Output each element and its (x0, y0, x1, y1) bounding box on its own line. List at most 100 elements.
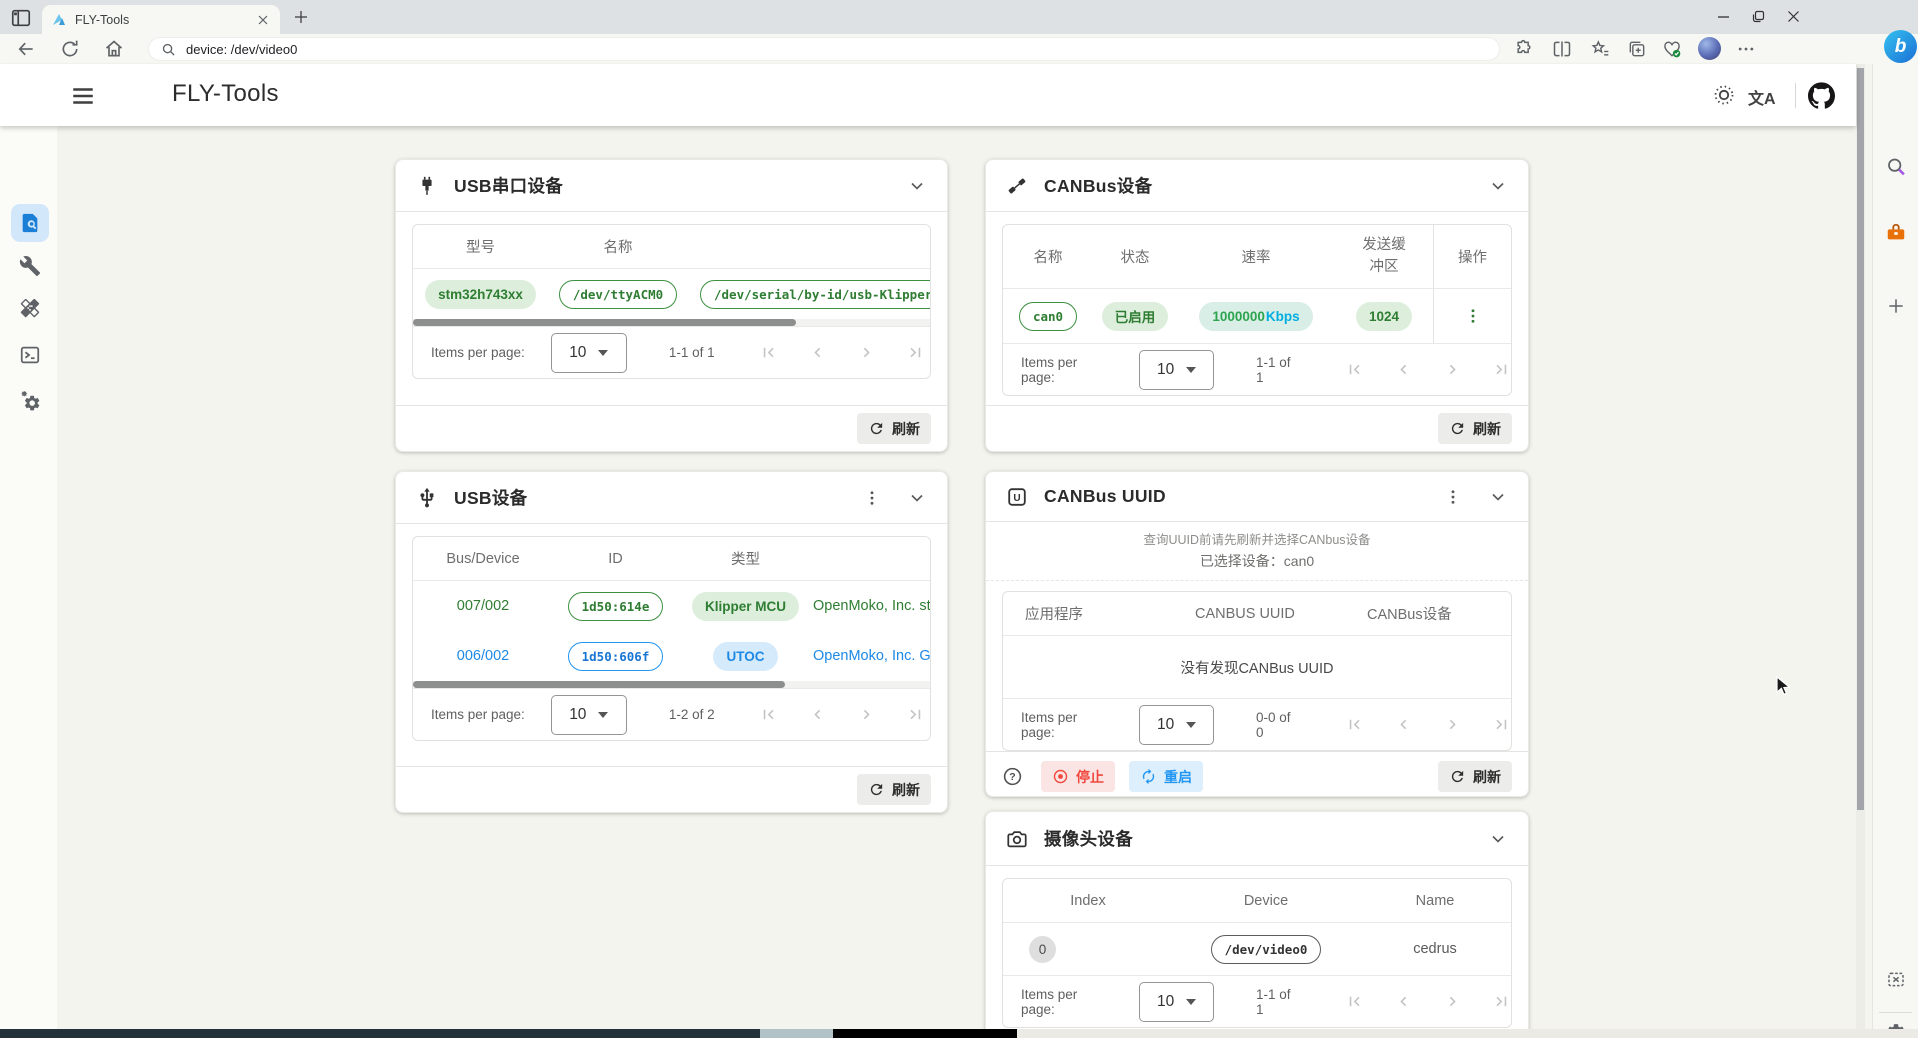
bus-device-cell: 006/002 (413, 631, 553, 681)
sidebar-screenshot-icon[interactable] (1885, 969, 1906, 990)
first-page-icon[interactable] (1345, 992, 1364, 1011)
scrollbar-thumb[interactable] (1857, 68, 1864, 810)
items-per-page-label: Items per page: (1021, 355, 1113, 385)
sidebar-tools-icon[interactable] (1885, 222, 1907, 244)
browser-essentials-icon[interactable] (1662, 39, 1682, 59)
reload-icon[interactable] (60, 39, 80, 59)
stop-button[interactable]: 停止 (1041, 761, 1115, 792)
pagination-range: 0-0 of 0 (1256, 710, 1301, 740)
card-menu-icon[interactable] (863, 489, 881, 507)
menu-icon[interactable] (70, 83, 96, 107)
close-window-button[interactable] (1787, 10, 1800, 23)
page-size-select[interactable]: 10 (1139, 350, 1214, 390)
split-screen-icon[interactable] (1552, 39, 1572, 59)
prev-page-icon[interactable] (808, 343, 827, 362)
collections-icon[interactable] (1627, 39, 1647, 59)
chevron-down-icon[interactable] (1488, 487, 1508, 507)
card-camera: 摄像头设备 Index Device Name 0 /dev/video0 ce… (985, 811, 1529, 1038)
minimize-button[interactable] (1717, 10, 1730, 23)
card-menu-icon[interactable] (1444, 488, 1462, 506)
usb-type-chip: UTOC (713, 642, 777, 671)
nav-item-device-query[interactable] (11, 204, 49, 242)
next-page-icon[interactable] (1443, 992, 1462, 1011)
restart-label: 重启 (1164, 767, 1192, 787)
theme-toggle-icon[interactable] (1712, 83, 1736, 107)
tab-actions-icon[interactable] (10, 7, 32, 29)
row-menu-icon[interactable] (1464, 307, 1482, 325)
last-page-icon[interactable] (1492, 992, 1511, 1011)
bing-copilot-icon[interactable]: b (1884, 30, 1917, 63)
restart-button[interactable]: 重启 (1129, 761, 1203, 792)
prev-page-icon[interactable] (1394, 715, 1413, 734)
prev-page-icon[interactable] (1394, 360, 1413, 379)
device-path-chip: /dev/serial/by-id/usb-Klipper_stm32h743x… (700, 280, 930, 309)
first-page-icon[interactable] (759, 343, 778, 362)
nav-rail (0, 126, 57, 1038)
prev-page-icon[interactable] (1394, 992, 1413, 1011)
browser-menu-icon[interactable] (1736, 39, 1756, 59)
refresh-button[interactable]: 刷新 (857, 413, 931, 444)
translate-icon[interactable]: 文A (1748, 85, 1776, 109)
profile-avatar[interactable] (1698, 37, 1721, 60)
col-header: 名称 (548, 225, 688, 268)
browser-tab[interactable]: FLY-Tools (42, 5, 280, 34)
refresh-button[interactable]: 刷新 (1438, 761, 1512, 792)
chevron-down-icon[interactable] (1488, 829, 1508, 849)
page-size-select[interactable]: 10 (551, 695, 627, 735)
card-title: USB设备 (454, 485, 527, 510)
page-size-select[interactable]: 10 (551, 333, 627, 373)
last-page-icon[interactable] (1492, 715, 1511, 734)
can-name-chip: can0 (1019, 302, 1077, 331)
card-actions: 刷新 (986, 405, 1528, 451)
pagination-range: 1-2 of 2 (669, 707, 715, 722)
next-page-icon[interactable] (1443, 715, 1462, 734)
last-page-icon[interactable] (906, 705, 925, 724)
address-bar[interactable]: device: /dev/video0 (148, 37, 1500, 61)
tab-close-icon[interactable] (255, 12, 271, 28)
github-icon[interactable] (1808, 82, 1835, 109)
back-icon[interactable] (16, 39, 36, 59)
card-camera-header: 摄像头设备 (986, 812, 1528, 866)
favorites-icon[interactable] (1590, 39, 1610, 59)
pagination: Items per page: 10 1-1 of 1 (413, 326, 930, 378)
first-page-icon[interactable] (1345, 360, 1364, 379)
refresh-button[interactable]: 刷新 (1438, 413, 1512, 444)
last-page-icon[interactable] (906, 343, 925, 362)
col-header: Index (1003, 879, 1173, 922)
doc-search-icon (11, 204, 49, 242)
screen: FLY-Tools device: /dev/video0 (0, 0, 1918, 1038)
nav-item-repair[interactable] (19, 297, 41, 319)
home-icon[interactable] (104, 39, 124, 59)
nav-item-tools[interactable] (19, 255, 41, 277)
uuid-box-icon: U (1006, 486, 1028, 508)
window-controls (1717, 0, 1800, 32)
next-page-icon[interactable] (1443, 360, 1462, 379)
chevron-down-icon[interactable] (1488, 176, 1508, 196)
last-page-icon[interactable] (1492, 360, 1511, 379)
next-page-icon[interactable] (857, 705, 876, 724)
first-page-icon[interactable] (759, 705, 778, 724)
nav-item-settings[interactable] (19, 389, 42, 412)
prev-page-icon[interactable] (808, 705, 827, 724)
card-usb-serial-header: USB串口设备 (396, 160, 947, 212)
new-tab-button[interactable] (292, 8, 310, 26)
hscroll-thumb[interactable] (413, 319, 796, 326)
next-page-icon[interactable] (857, 343, 876, 362)
chevron-down-icon[interactable] (907, 488, 927, 508)
mouse-cursor (1776, 676, 1794, 696)
nav-item-terminal[interactable] (19, 344, 41, 366)
page-size-select[interactable]: 10 (1139, 982, 1214, 1022)
sidebar-add-icon[interactable] (1886, 296, 1906, 316)
camera-name-cell: cedrus (1359, 923, 1511, 975)
video-bar-segment (1017, 1029, 1918, 1038)
chevron-down-icon[interactable] (907, 176, 927, 196)
page-size-select[interactable]: 10 (1139, 705, 1214, 745)
refresh-button[interactable]: 刷新 (857, 774, 931, 805)
help-icon[interactable]: ? (1002, 766, 1023, 787)
extensions-icon[interactable] (1514, 39, 1534, 59)
sidebar-search-icon[interactable] (1885, 156, 1906, 177)
first-page-icon[interactable] (1345, 715, 1364, 734)
table-row: 0 /dev/video0 cedrus (1003, 923, 1511, 975)
maximize-button[interactable] (1752, 10, 1765, 23)
hscroll-thumb[interactable] (413, 681, 785, 688)
